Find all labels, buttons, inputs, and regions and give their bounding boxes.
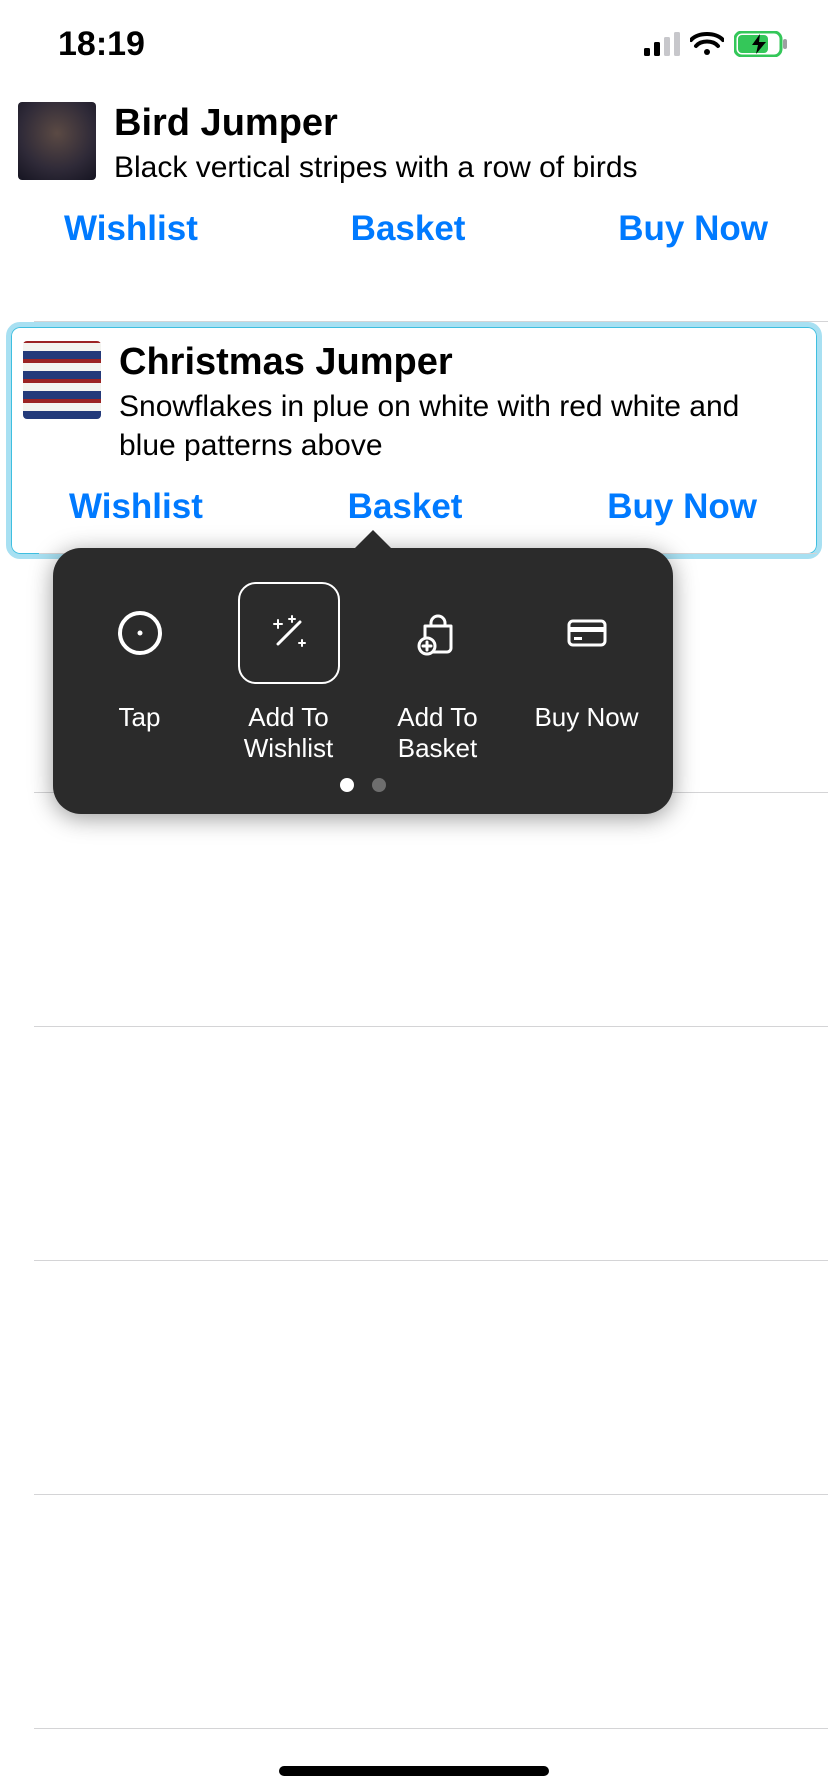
popup-action-label: Add To Basket [363,702,512,764]
wand-icon [266,610,312,656]
buy-now-button[interactable]: Buy Now [607,487,757,527]
empty-row [34,1495,828,1729]
buy-now-button[interactable]: Buy Now [618,209,768,249]
product-thumbnail [18,102,96,180]
signal-strength-icon [644,32,680,56]
empty-row [34,1261,828,1495]
accessibility-actions-popup[interactable]: Tap Add To Wishlist [53,548,673,814]
popup-action-buy-now[interactable]: Buy Now [512,578,661,733]
status-bar: 18:19 [0,0,828,88]
product-title: Christmas Jumper [119,341,797,385]
wishlist-button[interactable]: Wishlist [64,209,198,249]
page-dot-active[interactable] [340,778,354,792]
popup-action-add-to-basket[interactable]: Add To Basket [363,578,512,764]
product-list: Bird Jumper Black vertical stripes with … [0,88,828,1729]
wifi-icon [690,32,724,56]
wishlist-button[interactable]: Wishlist [69,487,203,527]
page-dot[interactable] [372,778,386,792]
battery-charging-icon [734,31,788,57]
popup-action-label: Tap [119,702,161,733]
product-row-christmas-jumper[interactable]: Christmas Jumper Snowflakes in plue on w… [6,322,822,559]
product-row-bird-jumper[interactable]: Bird Jumper Black vertical stripes with … [34,88,828,322]
status-icons [644,31,788,57]
popup-action-label: Buy Now [534,702,638,733]
status-time: 18:19 [58,25,145,64]
popup-action-tap[interactable]: Tap [65,578,214,733]
credit-card-icon [563,609,611,657]
popup-action-label: Add To Wishlist [214,702,363,764]
product-description: Black vertical stripes with a row of bir… [114,148,808,187]
product-description: Snowflakes in plue on white with red whi… [119,387,797,465]
page-dots[interactable] [65,778,661,792]
bag-plus-icon [415,610,461,656]
empty-row [34,793,828,1027]
home-indicator[interactable] [279,1766,549,1776]
product-thumbnail [23,341,101,419]
basket-button[interactable]: Basket [348,487,463,527]
tap-icon [116,609,164,657]
product-title: Bird Jumper [114,102,808,146]
basket-button[interactable]: Basket [351,209,466,249]
empty-row [34,1027,828,1261]
popup-action-add-to-wishlist[interactable]: Add To Wishlist [214,578,363,764]
